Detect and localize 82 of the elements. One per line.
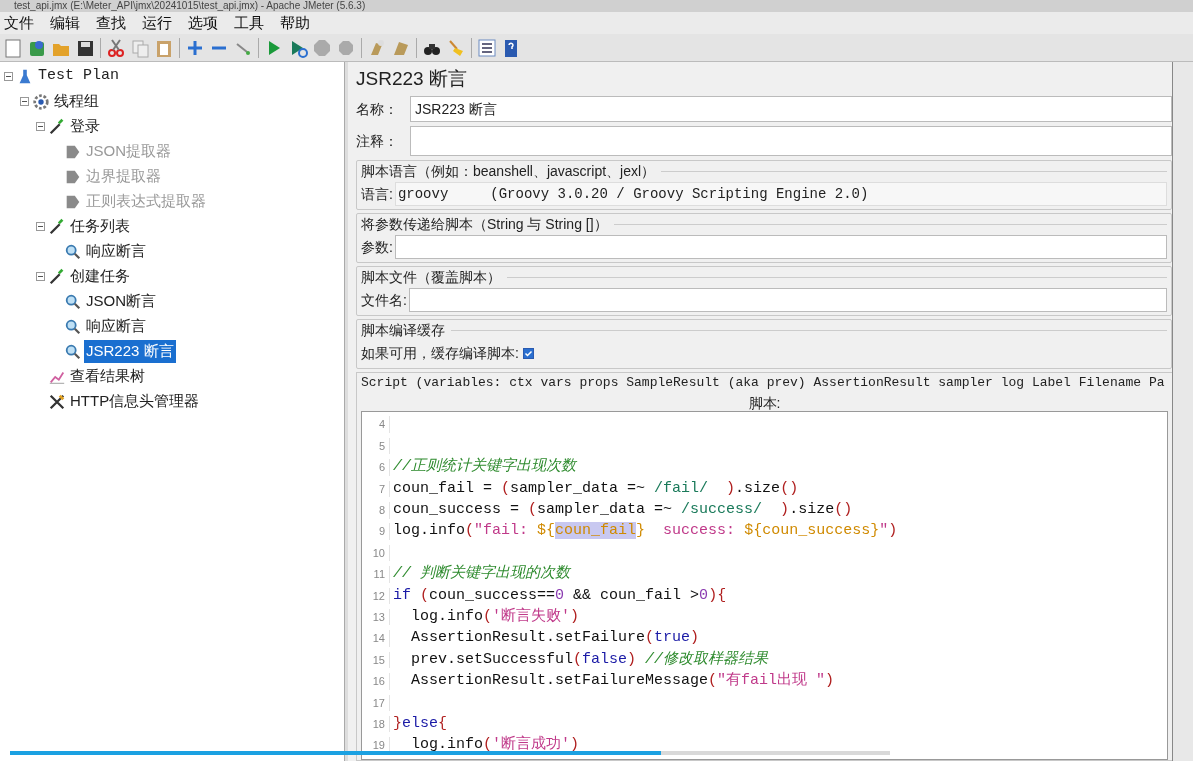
comment-field[interactable]: [410, 126, 1172, 156]
tree-item[interactable]: 查看结果树: [68, 365, 147, 388]
group-legend: 脚本文件（覆盖脚本）: [361, 266, 501, 288]
line-number: 13: [362, 608, 390, 626]
collapse-icon[interactable]: [36, 272, 45, 281]
collapse-icon[interactable]: [36, 122, 45, 131]
code-line: prev.setSuccessful(false) //修改取样器结果: [410, 649, 769, 670]
magnifier-icon: [64, 242, 82, 261]
input-field[interactable]: [394, 235, 1167, 259]
code-line: AssertionResult.setFailureMessage("有fail出现 "): [410, 670, 835, 692]
language-dropdown[interactable]: groovy (Groovy 3.0.20 / Groovy Scripting Engine 2.0): [394, 182, 1167, 206]
input-field[interactable]: [408, 288, 1167, 312]
menu-item[interactable]: 工具: [233, 11, 265, 35]
code-editor[interactable]: [361, 411, 1168, 760]
collapse-icon[interactable]: [4, 72, 13, 81]
menu-item[interactable]: 编辑: [49, 11, 81, 35]
pipette-icon: [48, 217, 66, 236]
name-field[interactable]: JSR223 断言: [410, 96, 1172, 122]
code-line: log.info("fail: ${coun_fail} success: ${coun_success}"): [393, 521, 898, 542]
line-number: 15: [362, 651, 390, 669]
line-number: 11: [362, 566, 390, 583]
magnifier-icon: [64, 317, 82, 336]
line-number: 17: [362, 694, 390, 711]
tree-item[interactable]: 创建任务: [68, 265, 132, 288]
code-line: //正则统计关键字出现次数: [393, 456, 576, 478]
code-line: AssertionResult.setFailure(true): [410, 628, 700, 649]
menu-item[interactable]: 帮助: [279, 11, 311, 35]
checkbox[interactable]: [522, 347, 534, 359]
group-legend: 将参数传递给脚本（String 与 String []）: [361, 213, 608, 235]
group-legend: 脚本编译缓存: [361, 319, 445, 341]
field-label: 参数:: [361, 237, 393, 257]
tree-item[interactable]: HTTP信息头管理器: [68, 390, 202, 413]
menu-item[interactable]: 查找: [95, 11, 127, 35]
list-icon[interactable]: [476, 36, 498, 59]
code-line: log.info('断言失败'): [410, 606, 580, 627]
line-number: 10: [362, 544, 390, 562]
new-file-icon[interactable]: [2, 36, 24, 59]
line-number: 12: [362, 587, 390, 605]
field-label: 语言:: [361, 184, 393, 204]
code-line: // 判断关键字出现的次数: [393, 563, 570, 585]
pipette-icon: [48, 267, 66, 286]
wrench-icon: [48, 392, 66, 411]
tree-item[interactable]: 任务列表: [68, 215, 132, 238]
collapse-icon[interactable]: [20, 97, 29, 106]
script-legend: Script (variables: ctx vars props SampleResult (aka prev) AssertionResult sampler log Label Filename Pa: [361, 373, 1168, 393]
menu-item[interactable]: 运行: [141, 11, 173, 35]
line-number: 18: [362, 715, 390, 733]
field-label: 如果可用，缓存编译脚本:: [361, 343, 519, 363]
gear-icon: [32, 92, 50, 111]
line-number: 8: [362, 502, 390, 519]
tree-item[interactable]: JSON断言: [84, 290, 158, 313]
magnifier-icon: [64, 342, 82, 361]
tree-item[interactable]: JSR223 断言: [84, 340, 176, 363]
tree-item[interactable]: 线程组: [52, 90, 101, 113]
menu-item[interactable]: 选项: [187, 11, 219, 35]
tree-item[interactable]: 响应断言: [84, 315, 148, 338]
code-line: coun_success = (sampler_data =~ /success/ ).size(): [393, 500, 853, 520]
code-line: coun_fail = (sampler_data =~ /fail/ ).size(): [393, 478, 799, 499]
tree-item[interactable]: 登录: [68, 115, 102, 138]
script-caption: 脚本:: [748, 394, 781, 411]
menu-item[interactable]: 文件: [3, 11, 35, 35]
line-number: 9: [362, 523, 390, 540]
line-number: 4: [362, 416, 390, 433]
tree-item[interactable]: 响应断言: [84, 240, 148, 263]
field-label: 注释：: [356, 131, 399, 151]
line-number: 16: [362, 673, 390, 690]
line-number: 14: [362, 630, 390, 647]
tree-item[interactable]: Test Plan: [36, 65, 121, 88]
code-line: log.info('断言成功'): [410, 734, 580, 756]
window-title: test_api.jmx (E:\Meter_API\jmx\20241015\test_api.jmx) - Apache JMeter (5.6.3): [14, 0, 366, 12]
line-number: 6: [362, 459, 390, 476]
line-number: 7: [362, 480, 390, 498]
code-line: }else{: [393, 713, 448, 734]
panel-title: JSR223 断言: [356, 66, 468, 91]
field-label: 名称：: [356, 99, 399, 119]
collapse-icon[interactable]: [36, 222, 45, 231]
code-line: if (coun_success==0 && coun_fail >0){: [393, 585, 727, 606]
magnifier-icon: [64, 292, 82, 311]
line-number: 5: [362, 437, 390, 455]
group-legend: 脚本语言（例如：beanshell、javascript、jexl）: [361, 160, 656, 182]
field-label: 文件名:: [361, 290, 407, 310]
pipette-icon: [48, 117, 66, 136]
